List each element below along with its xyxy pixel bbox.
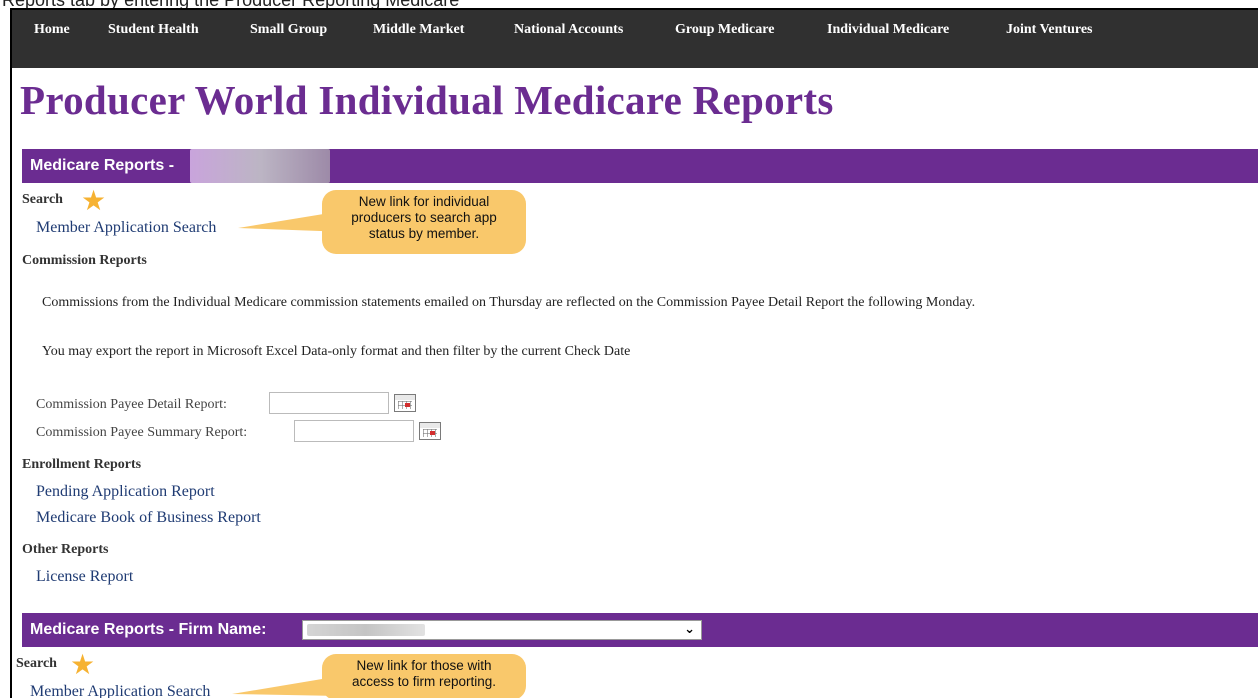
callout-firm-reporting: New link for those with access to firm r… xyxy=(322,654,526,698)
page-title: Producer World Individual Medicare Repor… xyxy=(20,77,834,123)
nav-national-accounts[interactable]: National Accounts xyxy=(514,22,623,38)
redacted-firm-name xyxy=(307,624,425,636)
search-heading: Search xyxy=(22,192,63,207)
detail-report-date-input[interactable] xyxy=(269,392,389,414)
commission-reports-heading: Commission Reports xyxy=(22,253,147,268)
firm-name-select[interactable]: ⌄ xyxy=(302,620,702,640)
summary-report-date-input[interactable] xyxy=(294,420,414,442)
callout2-line-2: access to firm reporting. xyxy=(351,674,497,689)
nav-individual-medicare[interactable]: Individual Medicare xyxy=(827,22,949,38)
browser-page: Home Student Health Small Group Middle M… xyxy=(10,8,1258,698)
nav-group-medicare[interactable]: Group Medicare xyxy=(675,22,774,38)
nav-home[interactable]: Home xyxy=(34,22,70,38)
firm-header-label: Medicare Reports - Firm Name: xyxy=(30,621,267,638)
top-nav-bar: Home Student Health Small Group Middle M… xyxy=(12,10,1258,68)
summary-report-label: Commission Payee Summary Report: xyxy=(36,425,248,440)
calendar-icon[interactable] xyxy=(394,394,416,412)
nav-joint-ventures[interactable]: Joint Ventures xyxy=(1006,22,1092,38)
commission-info-text: Commissions from the Individual Medicare… xyxy=(42,295,976,310)
license-report-link[interactable]: License Report xyxy=(36,568,133,586)
chevron-down-icon: ⌄ xyxy=(684,622,695,637)
medicare-book-of-business-link[interactable]: Medicare Book of Business Report xyxy=(36,509,261,527)
pending-application-report-link[interactable]: Pending Application Report xyxy=(36,483,215,501)
nav-student-health[interactable]: Student Health xyxy=(108,22,199,38)
export-info-text: You may export the report in Microsoft E… xyxy=(42,344,631,359)
firm-search-heading: Search xyxy=(16,656,57,671)
enrollment-reports-heading: Enrollment Reports xyxy=(22,457,142,472)
nav-small-group[interactable]: Small Group xyxy=(250,22,327,38)
medicare-reports-header: Medicare Reports - xyxy=(22,149,1258,183)
callout-line-1: New link for individual xyxy=(358,194,490,209)
section-header-label: Medicare Reports - xyxy=(30,157,175,174)
firm-member-application-search-link[interactable]: Member Application Search xyxy=(30,683,210,698)
callout-line-2: producers to search app xyxy=(351,210,497,225)
other-reports-heading: Other Reports xyxy=(22,542,109,557)
detail-report-label: Commission Payee Detail Report: xyxy=(36,397,227,412)
firm-reports-header: Medicare Reports - Firm Name: ⌄ xyxy=(22,613,1258,647)
calendar-icon[interactable] xyxy=(419,422,441,440)
callout2-line-1: New link for those with xyxy=(356,658,492,673)
member-application-search-link[interactable]: Member Application Search xyxy=(36,219,216,237)
callout-individual-producers: New link for individual producers to sea… xyxy=(322,190,526,254)
callout-line-3: status by member. xyxy=(368,226,480,241)
star-icon: ★ xyxy=(70,648,96,681)
nav-middle-market[interactable]: Middle Market xyxy=(373,22,464,38)
redacted-name xyxy=(190,149,330,183)
star-icon: ★ xyxy=(81,184,107,217)
